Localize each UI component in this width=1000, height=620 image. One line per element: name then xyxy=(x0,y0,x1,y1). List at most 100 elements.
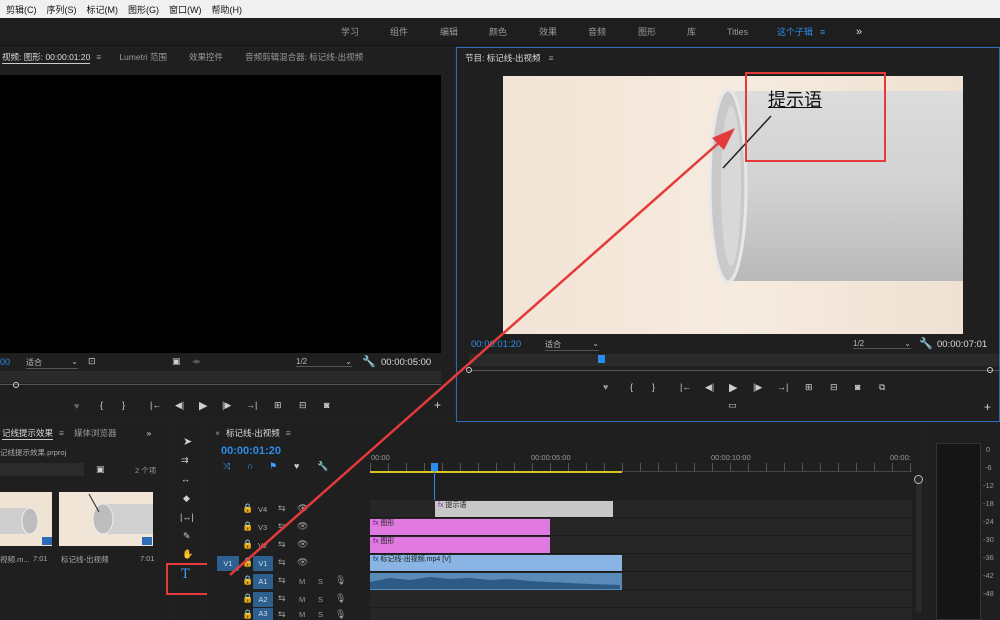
source-patch-v1[interactable]: V1 xyxy=(217,556,239,571)
source-timecode[interactable]: 00 xyxy=(0,357,10,367)
ripple-edit-tool-icon[interactable]: ↔ xyxy=(181,474,190,484)
source-mark-out-icon[interactable]: } xyxy=(122,400,125,410)
track-sync-icon[interactable]: ⇆ xyxy=(278,575,286,586)
tab-lumetri-scopes[interactable]: Lumetri 范围 xyxy=(119,51,167,63)
workspace-editing[interactable]: 编辑 xyxy=(440,18,458,46)
program-menu-icon[interactable]: ≡ xyxy=(549,53,554,63)
track-lock-icon[interactable]: 🔒 xyxy=(242,557,253,568)
program-title[interactable]: 节目: 标记线-出视频 xyxy=(465,52,541,64)
menu-window[interactable]: 窗口(W) xyxy=(169,3,202,16)
menu-marker[interactable]: 标记(M) xyxy=(87,3,119,16)
program-lift-icon[interactable]: ⊞ xyxy=(805,382,813,393)
clip-v4-caption[interactable]: fx 提示语 xyxy=(435,501,613,517)
source-export-frame-icon[interactable]: ◙ xyxy=(324,400,329,410)
timeline-close-icon[interactable]: × xyxy=(215,428,220,438)
track-label-a1[interactable]: A1 xyxy=(253,574,273,589)
track-eye-icon[interactable]: 👁 xyxy=(297,539,308,550)
slip-tool-icon[interactable]: |↔| xyxy=(180,512,194,522)
track-lock-icon[interactable]: 🔒 xyxy=(242,539,253,550)
source-settings-icon[interactable]: ⊡ xyxy=(88,356,96,367)
add-marker-icon[interactable]: ♥ xyxy=(294,461,299,471)
program-play-icon[interactable]: ▶ xyxy=(729,381,737,394)
source-resolution-dropdown[interactable]: 1/2 ⌄ xyxy=(296,357,352,367)
menu-graphics[interactable]: 图形(G) xyxy=(128,3,159,16)
razor-tool-icon[interactable]: ◆ xyxy=(183,493,190,504)
workspace-audio[interactable]: 音频 xyxy=(588,18,606,46)
source-insert-button-icon[interactable]: ⊞ xyxy=(274,400,282,411)
program-add-button-icon[interactable]: + xyxy=(984,400,991,414)
workspace-titles[interactable]: Titles xyxy=(727,18,748,46)
workspace-graphics[interactable]: 图形 xyxy=(638,18,656,46)
track-sync-icon[interactable]: ⇆ xyxy=(278,557,286,568)
program-compare-icon[interactable]: ⧉ xyxy=(879,382,885,393)
source-add-button-icon[interactable]: + xyxy=(434,398,441,412)
project-new-bin-icon[interactable]: ▣ xyxy=(96,464,105,475)
source-wrench-icon[interactable]: 🔧 xyxy=(362,355,376,368)
track-eye-icon[interactable]: 👁 xyxy=(297,521,308,532)
clip-a1-audio[interactable] xyxy=(370,573,622,590)
program-go-in-icon[interactable]: |← xyxy=(680,382,691,392)
program-in-handle[interactable] xyxy=(466,367,472,373)
program-extract-icon[interactable]: ⊟ xyxy=(830,382,838,393)
workspace-assembly[interactable]: 组件 xyxy=(390,18,408,46)
program-mark-out-icon[interactable]: } xyxy=(652,382,655,392)
program-wrench-icon[interactable]: 🔧 xyxy=(919,337,933,350)
clip-v3-graphic[interactable]: fx 图形 xyxy=(370,519,550,535)
track-lock-icon[interactable]: 🔒 xyxy=(242,503,253,514)
track-mic-icon[interactable]: 🎙 xyxy=(335,575,346,586)
track-solo-button[interactable]: S xyxy=(318,595,323,604)
project-search-input[interactable] xyxy=(0,463,84,476)
track-solo-button[interactable]: S xyxy=(318,610,323,619)
source-fit-dropdown[interactable]: 适合 ⌄ xyxy=(26,357,78,369)
linked-selection-icon[interactable]: ⚑ xyxy=(269,461,277,472)
timeline-timecode[interactable]: 00:00:01:20 xyxy=(221,445,281,457)
source-marker-icon[interactable]: ♥ xyxy=(74,401,79,411)
source-go-out-icon[interactable]: →| xyxy=(246,400,257,410)
program-go-out-icon[interactable]: →| xyxy=(777,382,788,392)
track-lock-icon[interactable]: 🔒 xyxy=(242,609,253,620)
source-step-back-icon[interactable]: ◀| xyxy=(175,400,184,411)
track-mute-button[interactable]: M xyxy=(299,577,305,586)
program-mark-in-icon[interactable]: { xyxy=(630,382,633,392)
track-solo-button[interactable]: S xyxy=(318,577,323,586)
timeline-settings-icon[interactable]: 🔧 xyxy=(317,461,328,472)
menu-help[interactable]: 帮助(H) xyxy=(212,3,243,16)
track-label-v3[interactable]: V3 xyxy=(258,523,267,532)
nest-toggle-icon[interactable]: ⤨ xyxy=(223,461,230,472)
clip-v2-graphic[interactable]: fx 图形 xyxy=(370,537,550,553)
track-sync-icon[interactable]: ⇆ xyxy=(278,593,286,604)
program-playhead[interactable] xyxy=(598,355,605,363)
program-timecode[interactable]: 00:00:01:20 xyxy=(471,339,521,350)
workspace-learn[interactable]: 学习 xyxy=(341,18,359,46)
program-resolution-dropdown[interactable]: 1/2 ⌄ xyxy=(853,339,911,349)
more-workspaces-icon[interactable]: » xyxy=(856,18,862,46)
track-lock-icon[interactable]: 🔒 xyxy=(242,593,253,604)
track-label-v2[interactable]: V2 xyxy=(258,541,267,550)
program-safe-margins-icon[interactable]: ▭ xyxy=(728,400,737,411)
track-label-a2[interactable]: A2 xyxy=(253,592,273,607)
program-step-back-icon[interactable]: ◀| xyxy=(705,382,714,393)
program-export-frame-icon[interactable]: ◙ xyxy=(855,382,860,392)
track-label-v4[interactable]: V4 xyxy=(258,505,267,514)
workspace-libraries[interactable]: 库 xyxy=(687,18,696,46)
track-eye-icon[interactable]: 👁 xyxy=(297,557,308,568)
source-go-in-icon[interactable]: |← xyxy=(150,400,161,410)
work-area-bar[interactable] xyxy=(370,471,622,473)
program-step-forward-icon[interactable]: |▶ xyxy=(753,382,762,393)
timeline-playhead-handle[interactable] xyxy=(431,463,438,471)
tab-effect-controls[interactable]: 效果控件 xyxy=(189,51,223,63)
source-step-forward-icon[interactable]: |▶ xyxy=(222,400,231,411)
track-label-a3[interactable]: A3 xyxy=(253,608,273,620)
snap-icon[interactable]: ∩ xyxy=(247,461,253,471)
tab-source[interactable]: 视频: 图形: 00:00:01:20 xyxy=(2,51,91,64)
track-lock-icon[interactable]: 🔒 xyxy=(242,575,253,586)
project-thumbnail-2[interactable] xyxy=(59,492,153,546)
track-label-v1[interactable]: V1 xyxy=(253,556,273,571)
workspace-effects[interactable]: 效果 xyxy=(539,18,557,46)
program-video-frame[interactable]: 提示语 xyxy=(503,76,963,334)
hand-tool-icon[interactable]: ✋ xyxy=(182,549,193,560)
pen-tool-icon[interactable]: ✎ xyxy=(183,531,191,542)
program-out-handle[interactable] xyxy=(987,367,993,373)
source-mark-in-icon[interactable]: { xyxy=(100,400,103,410)
source-play-icon[interactable]: ▶ xyxy=(199,399,207,412)
